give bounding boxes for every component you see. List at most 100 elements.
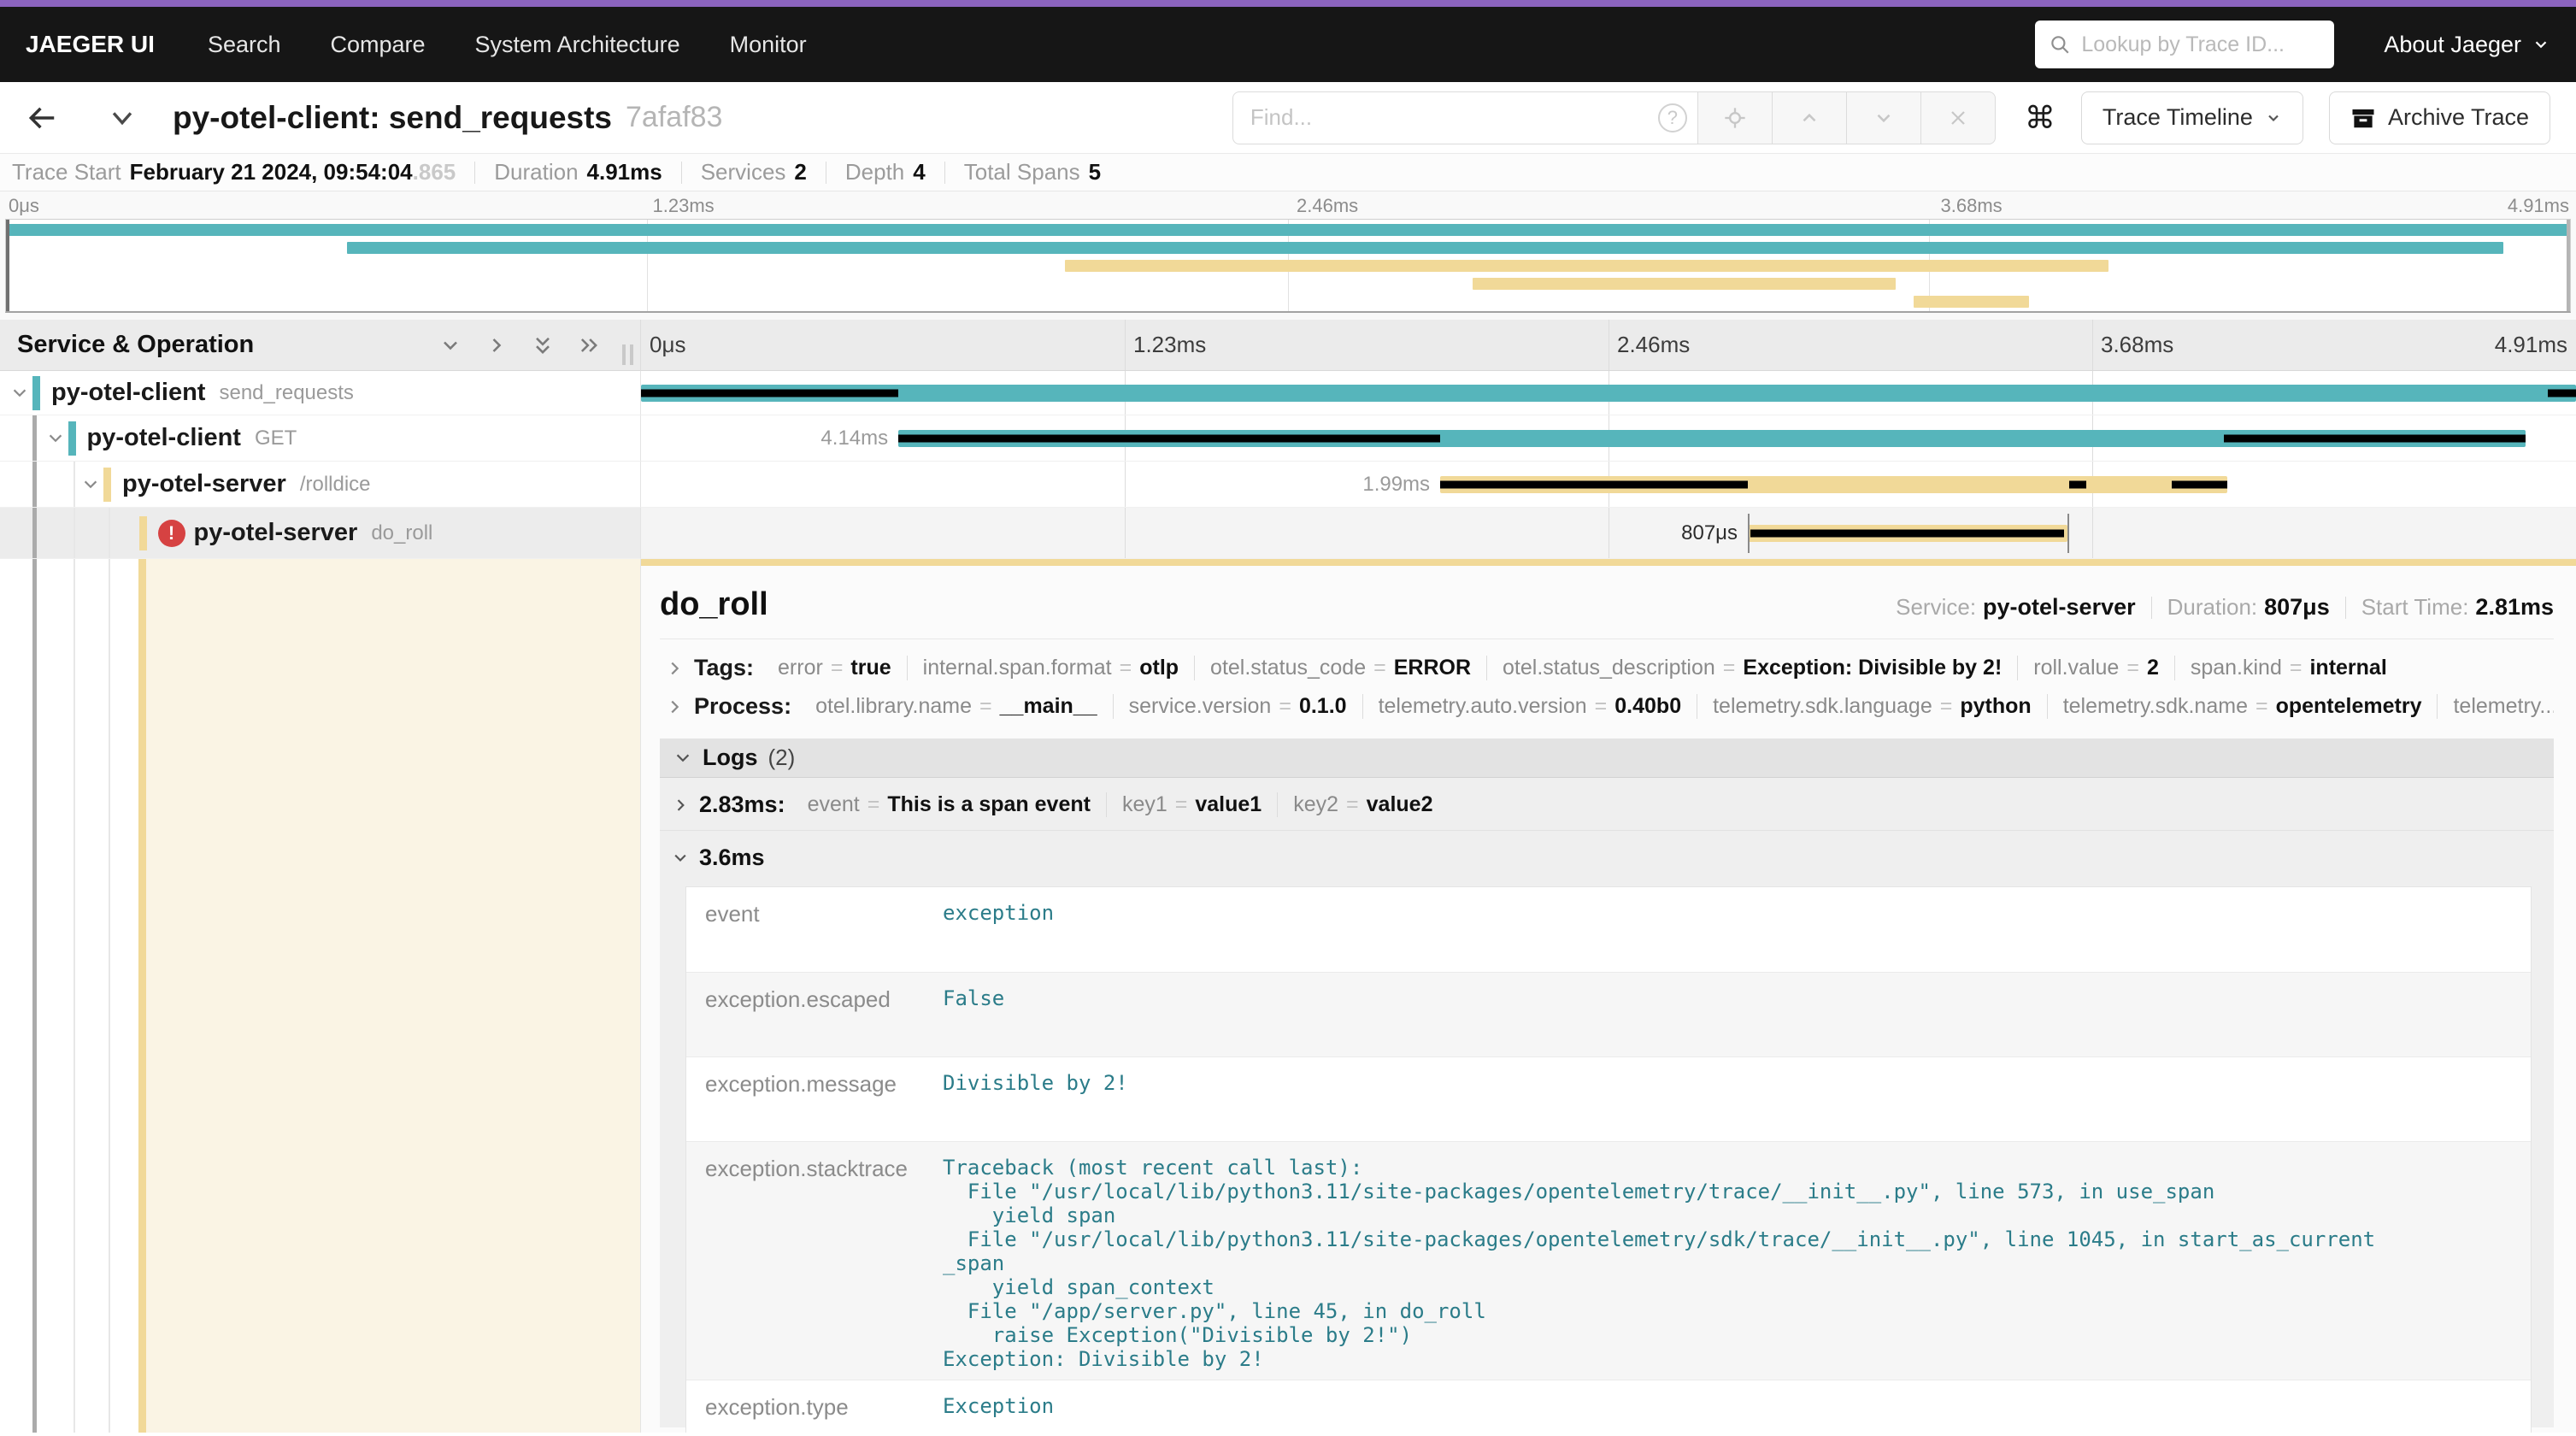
log-field-pill-value: This is a span event xyxy=(887,792,1091,817)
timeline-tick-label: 3.68ms xyxy=(2101,332,2173,358)
span-operation-title: do_roll xyxy=(660,586,768,623)
child-time-segment xyxy=(1750,529,2064,537)
chevron-down-icon xyxy=(2265,109,2282,127)
process-pill-key: telemetry.sdk.name xyxy=(2063,694,2248,719)
detail-meta-label: Duration: xyxy=(2167,594,2258,621)
collapse-trace-chevron-icon[interactable] xyxy=(108,103,137,132)
process-pill-value: python xyxy=(1960,694,2031,719)
tag-pill: roll.value=2 xyxy=(2018,656,2175,680)
logs-body: 2.83ms: event=This is a span eventkey1=v… xyxy=(660,778,2554,1427)
process-pill-key: telemetry.auto.version xyxy=(1379,694,1587,719)
timeline-tick-label: 0μs xyxy=(650,332,685,358)
equals-sign: = xyxy=(2290,656,2303,680)
child-time-segment xyxy=(1440,480,1748,488)
column-resize-handle[interactable] xyxy=(622,344,633,365)
span-bar-cell[interactable]: 4.14ms xyxy=(641,415,2576,462)
keyboard-shortcuts-icon[interactable]: ⌘ xyxy=(2025,100,2056,136)
log-field-value: Exception xyxy=(943,1394,1071,1433)
span-row[interactable]: py-otel-clientGET4.14ms xyxy=(0,415,2576,462)
chevron-down-icon xyxy=(673,749,692,768)
process-pill: telemetry.sdk.language=python xyxy=(1697,694,2048,719)
meta-label: Duration xyxy=(494,159,578,185)
span-detail-meta: Service:py-otel-serverDuration:807μsStar… xyxy=(1896,594,2554,621)
trace-lookup-input[interactable] xyxy=(2081,32,2320,57)
find-help-icon[interactable]: ? xyxy=(1658,103,1687,132)
minimap-tick-label: 0μs xyxy=(9,195,39,217)
chevron-down-icon[interactable] xyxy=(10,384,29,403)
child-time-segment xyxy=(2172,480,2228,488)
span-tree-cell[interactable]: py-otel-server/rolldice xyxy=(0,462,641,508)
trace-view-selector[interactable]: Trace Timeline xyxy=(2081,91,2303,144)
span-bar-handle[interactable] xyxy=(2067,514,2069,553)
span-tree-cell[interactable]: !py-otel-serverdo_roll xyxy=(0,508,641,559)
span-tree-cell[interactable]: py-otel-clientGET xyxy=(0,415,641,462)
equals-sign: = xyxy=(979,694,992,719)
chevron-down-icon[interactable] xyxy=(46,429,65,448)
equals-sign: = xyxy=(1373,656,1386,680)
focus-span-button[interactable] xyxy=(1697,91,1773,144)
error-icon: ! xyxy=(158,520,185,547)
collapse-one-level-icon[interactable] xyxy=(438,333,462,357)
expand-all-icon[interactable] xyxy=(577,333,601,357)
about-jaeger-menu[interactable]: About Jaeger xyxy=(2384,32,2550,58)
back-arrow-icon[interactable] xyxy=(26,102,58,134)
process-pill: otel.library.name=__main__ xyxy=(800,694,1114,719)
process-pill-key: service.version xyxy=(1129,694,1272,719)
span-row[interactable]: py-otel-clientsend_requests xyxy=(0,371,2576,415)
find-box[interactable]: ? xyxy=(1232,91,1698,144)
span-bar-cell[interactable] xyxy=(641,371,2576,415)
meta-item: Trace StartFebruary 21 2024, 09:54:04.86… xyxy=(12,159,456,185)
tag-pill-key: otel.status_code xyxy=(1210,656,1366,680)
clear-find-button[interactable] xyxy=(1920,91,1996,144)
logs-section-header[interactable]: Logs (2) xyxy=(660,739,2554,778)
log-entry-2-header[interactable]: 3.6ms xyxy=(660,831,2554,883)
span-detail-strip: do_roll Service:py-otel-serverDuration:8… xyxy=(0,559,2576,1433)
operation-name: GET xyxy=(255,427,297,450)
find-input[interactable] xyxy=(1233,104,1697,131)
tags-row[interactable]: Tags: error=trueinternal.span.format=otl… xyxy=(660,639,2554,686)
log-entry-1[interactable]: 2.83ms: event=This is a span eventkey1=v… xyxy=(660,778,2554,831)
archive-trace-button[interactable]: Archive Trace xyxy=(2329,91,2550,144)
tag-pill-value: 2 xyxy=(2147,656,2159,680)
find-next-button[interactable] xyxy=(1846,91,1921,144)
timeline-tick-label: 2.46ms xyxy=(1617,332,1690,358)
nav-item-compare[interactable]: Compare xyxy=(331,32,426,58)
trace-page-header: py-otel-client: send_requests 7afaf83 ? … xyxy=(0,82,2576,154)
span-bar-cell[interactable]: 807μs xyxy=(641,508,2576,559)
detail-meta-value: 2.81ms xyxy=(2475,594,2554,621)
collapse-all-icon[interactable] xyxy=(531,333,555,357)
span-row[interactable]: !py-otel-serverdo_roll807μs xyxy=(0,508,2576,559)
span-row[interactable]: py-otel-server/rolldice1.99ms xyxy=(0,462,2576,508)
span-bar-cell[interactable]: 1.99ms xyxy=(641,462,2576,508)
minimap-canvas[interactable] xyxy=(5,219,2571,313)
find-prev-button[interactable] xyxy=(1772,91,1847,144)
child-time-segment xyxy=(2224,434,2526,442)
trace-lookup-box[interactable] xyxy=(2035,21,2334,68)
tree-guide-line xyxy=(109,508,110,558)
child-time-segment xyxy=(641,389,898,397)
process-pill: service.version=0.1.0 xyxy=(1114,694,1363,719)
process-pills: otel.library.name=__main__service.versio… xyxy=(800,694,2554,719)
timeline-minimap[interactable]: 0μs1.23ms2.46ms3.68ms4.91ms xyxy=(0,191,2576,320)
nav-item-system-architecture[interactable]: System Architecture xyxy=(475,32,680,58)
span-duration-bar[interactable] xyxy=(641,385,2576,402)
minimap-left-scrub-handle[interactable] xyxy=(6,220,9,311)
process-row[interactable]: Process: otel.library.name=__main__servi… xyxy=(660,686,2554,725)
log-field-pill: event=This is a span event xyxy=(792,792,1107,817)
meta-label: Services xyxy=(701,159,786,185)
trace-title: py-otel-client: send_requests xyxy=(173,100,612,136)
expand-one-level-icon[interactable] xyxy=(485,333,509,357)
chevron-down-icon[interactable] xyxy=(81,475,100,494)
tag-pill-value: otlp xyxy=(1139,656,1179,680)
span-tree-cell[interactable]: py-otel-clientsend_requests xyxy=(0,371,641,415)
trace-id-short: 7afaf83 xyxy=(626,101,722,134)
span-color-block xyxy=(139,516,147,550)
tree-guide-line xyxy=(109,559,110,1433)
app-logo[interactable]: JAEGER UI xyxy=(26,31,155,58)
nav-item-search[interactable]: Search xyxy=(208,32,281,58)
minimap-right-scrub-handle[interactable] xyxy=(2567,220,2570,311)
nav-item-monitor[interactable]: Monitor xyxy=(730,32,807,58)
meta-value: 5 xyxy=(1089,159,1101,185)
span-bar-handle[interactable] xyxy=(1748,514,1750,553)
log-field-value: False xyxy=(943,986,1021,1048)
